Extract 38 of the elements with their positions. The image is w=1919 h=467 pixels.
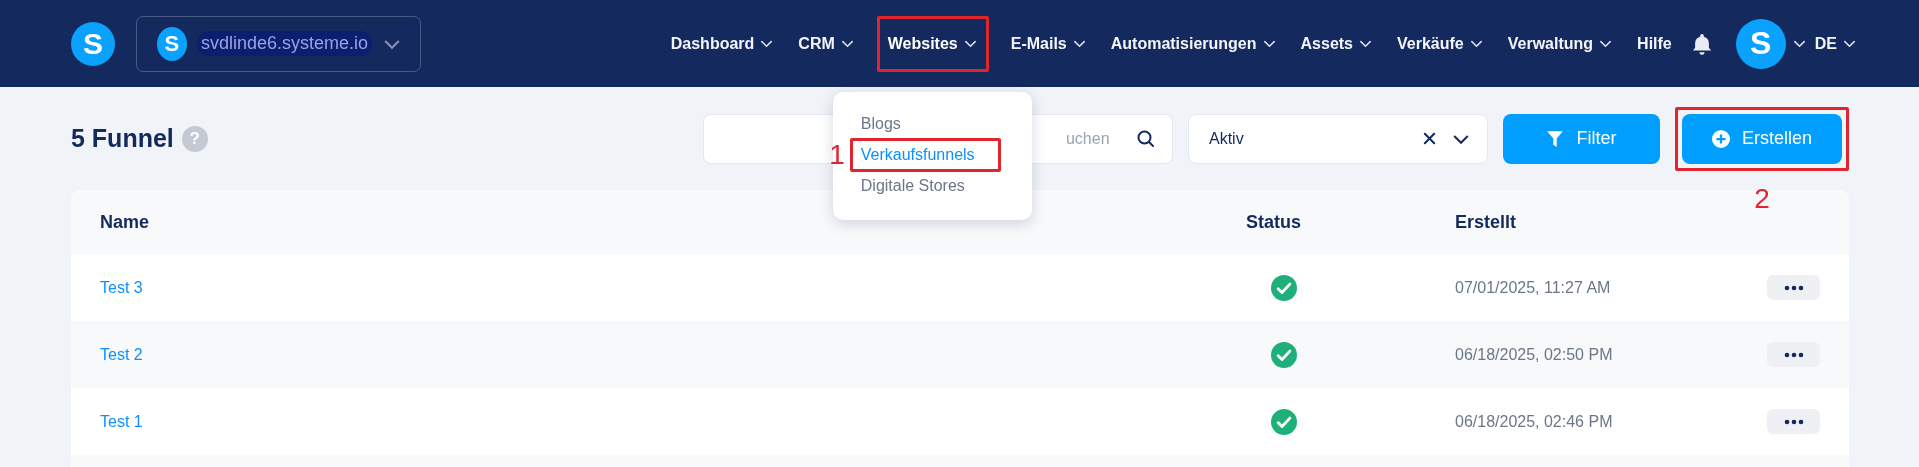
column-header: Name [99,211,151,233]
nav-menu-item[interactable]: Verkäufe [1395,22,1486,65]
created-date: 07/01/2025, 11:27 AM [1455,278,1611,296]
language-selector[interactable]: DE [1812,22,1859,65]
more-button[interactable] [1767,275,1820,300]
clear-icon [1421,131,1437,146]
column-header: Status [1246,211,1302,233]
funnel-link[interactable]: Test 3 [100,278,143,296]
select-value: Aktiv [1208,129,1244,148]
annotation-number: 2 [1754,184,1770,213]
nav-menu-item[interactable]: Dashboard [668,22,777,65]
funnel-link[interactable]: Test 2 [100,345,143,363]
nav-menu-item[interactable]: CRM [796,22,857,65]
more-dots-icon [1783,418,1804,425]
nav-menu-item[interactable]: E-Mails [1008,22,1089,65]
funnel-link[interactable]: Test 1 [100,412,143,430]
bell-icon [1691,32,1712,55]
nav-menu-item[interactable]: Automatisierungen [1108,22,1279,65]
account-selector[interactable]: S svdlinde6.systeme.io [136,15,421,72]
more-button[interactable] [1767,342,1820,367]
more-button[interactable] [1767,409,1820,434]
account-avatar: S [157,26,187,61]
plus-circle-icon [1711,129,1730,148]
dropdown-menu-item[interactable]: Digitale Stores [860,171,1001,200]
status-select[interactable]: Aktiv [1187,113,1488,164]
account-domain: svdlinde6.systeme.io [196,31,372,56]
nav-menu-item[interactable]: Hilfe [1635,22,1674,65]
nav-menu-item[interactable]: Assets [1298,22,1375,65]
nav-menu-item[interactable]: Websites [885,22,980,65]
funnel-icon [1546,129,1565,148]
more-dots-icon [1783,351,1804,358]
more-dots-icon [1783,284,1804,291]
created-date: 06/18/2025, 02:46 PM [1455,412,1613,430]
page-title: 5 Funnel [71,124,174,153]
search-icon [1136,129,1155,148]
nav-menu-item[interactable]: Verwaltung [1505,22,1616,65]
column-header: Erstellt [1455,211,1518,233]
created-date: 06/18/2025, 02:50 PM [1455,345,1613,363]
